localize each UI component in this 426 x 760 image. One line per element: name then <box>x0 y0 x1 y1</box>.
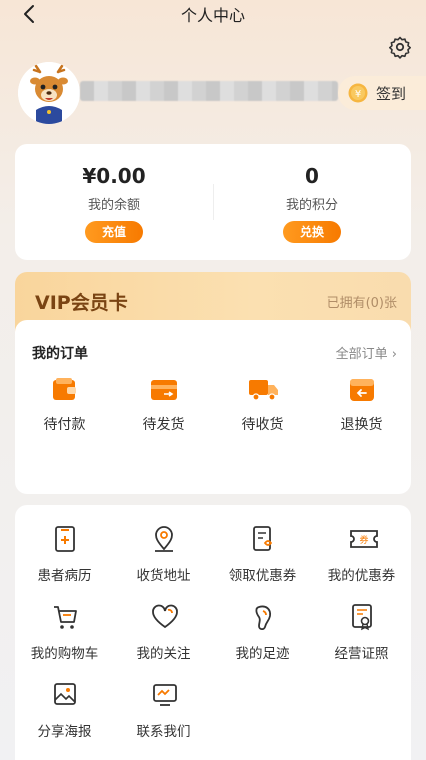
vip-owned-count: 已拥有(0)张 <box>326 296 397 311</box>
service-label: 我的关注 <box>136 646 191 662</box>
coupon-icon: 券 <box>350 530 378 548</box>
service-label: 我的购物车 <box>30 646 99 662</box>
service-my-follows[interactable]: 我的关注 <box>114 591 213 662</box>
order-pending-receipt[interactable]: 待收货 <box>213 376 312 436</box>
service-business-license[interactable]: 经营证照 <box>312 591 411 662</box>
coin-icon: ¥ <box>348 83 368 103</box>
contact-icon <box>153 684 177 706</box>
service-my-coupons[interactable]: 券 我的优惠券 <box>312 513 411 584</box>
service-label: 经营证照 <box>334 646 389 662</box>
all-orders-label: 全部订单 <box>335 347 388 362</box>
username-blurred <box>80 81 338 101</box>
deer-mascot-icon <box>18 62 80 124</box>
service-label: 收货地址 <box>136 568 191 584</box>
balance-column: ¥0.00 我的余额 充值 <box>15 144 213 260</box>
vip-title: VIP会员卡 <box>35 292 128 314</box>
all-orders-link[interactable]: 全部订单 › <box>336 343 397 362</box>
svg-text:券: 券 <box>359 534 368 546</box>
wallet-icon <box>53 378 76 400</box>
points-caption: 我的积分 <box>285 198 338 213</box>
order-item-label: 待收货 <box>241 417 284 433</box>
service-contact-us[interactable]: 联系我们 <box>114 669 213 740</box>
balance-amount: ¥0.00 <box>82 164 146 188</box>
redeem-button[interactable]: 兑换 <box>283 221 341 243</box>
order-return-exchange[interactable]: 退换货 <box>312 376 411 436</box>
footprint-icon <box>255 605 272 631</box>
points-column: 0 我的积分 兑换 <box>213 144 411 260</box>
service-label: 我的足迹 <box>235 646 290 662</box>
service-share-poster[interactable]: 分享海报 <box>15 669 114 740</box>
order-pending-payment[interactable]: 待付款 <box>15 376 114 436</box>
service-claim-coupons[interactable]: 领取优惠券 <box>213 513 312 584</box>
balance-caption: 我的余额 <box>87 198 140 213</box>
claim-coupon-icon <box>253 526 273 551</box>
service-my-footprints[interactable]: 我的足迹 <box>213 591 312 662</box>
service-shopping-cart[interactable]: 我的购物车 <box>15 591 114 662</box>
settings-gear-icon[interactable] <box>388 35 412 59</box>
balance-card: ¥0.00 我的余额 充值 0 我的积分 兑换 <box>15 144 411 260</box>
service-medical-records[interactable]: 患者病历 <box>15 513 114 584</box>
location-icon <box>155 526 173 552</box>
service-label: 联系我们 <box>136 724 191 740</box>
recharge-button[interactable]: 充值 <box>85 221 143 243</box>
checkin-label: 签到 <box>376 85 407 103</box>
cart-icon <box>54 606 77 629</box>
truck-icon <box>249 380 278 401</box>
order-pending-shipment[interactable]: 待发货 <box>114 376 213 436</box>
services-card: 患者病历 收货地址 领取优惠券 券 我的优惠券 我的购物车 我的关注 我的足迹 … <box>15 505 411 760</box>
service-label: 分享海报 <box>37 724 92 740</box>
points-value: 0 <box>305 164 319 188</box>
order-item-label: 待付款 <box>43 417 86 433</box>
order-item-label: 待发货 <box>142 417 185 433</box>
page-title: 个人中心 <box>180 6 245 25</box>
heart-icon <box>152 604 178 629</box>
avatar[interactable] <box>18 62 80 124</box>
license-icon <box>352 604 372 631</box>
service-label: 我的优惠券 <box>327 568 396 584</box>
return-icon <box>350 379 374 401</box>
orders-title: 我的订单 <box>32 346 88 362</box>
medical-record-icon <box>55 526 75 552</box>
chevron-right-icon: › <box>391 347 397 362</box>
card-icon <box>151 380 177 400</box>
service-label: 患者病历 <box>37 568 92 584</box>
order-item-label: 退换货 <box>340 417 383 433</box>
poster-icon <box>54 683 76 705</box>
service-label: 领取优惠券 <box>228 568 297 584</box>
service-shipping-address[interactable]: 收货地址 <box>114 513 213 584</box>
orders-card: 我的订单 全部订单 › 待付款 待发货 待收货 退换货 <box>15 320 411 494</box>
header-bar: 个人中心 <box>0 0 426 28</box>
checkin-button[interactable]: ¥ 签到 <box>338 76 426 110</box>
svg-text:¥: ¥ <box>355 89 361 100</box>
